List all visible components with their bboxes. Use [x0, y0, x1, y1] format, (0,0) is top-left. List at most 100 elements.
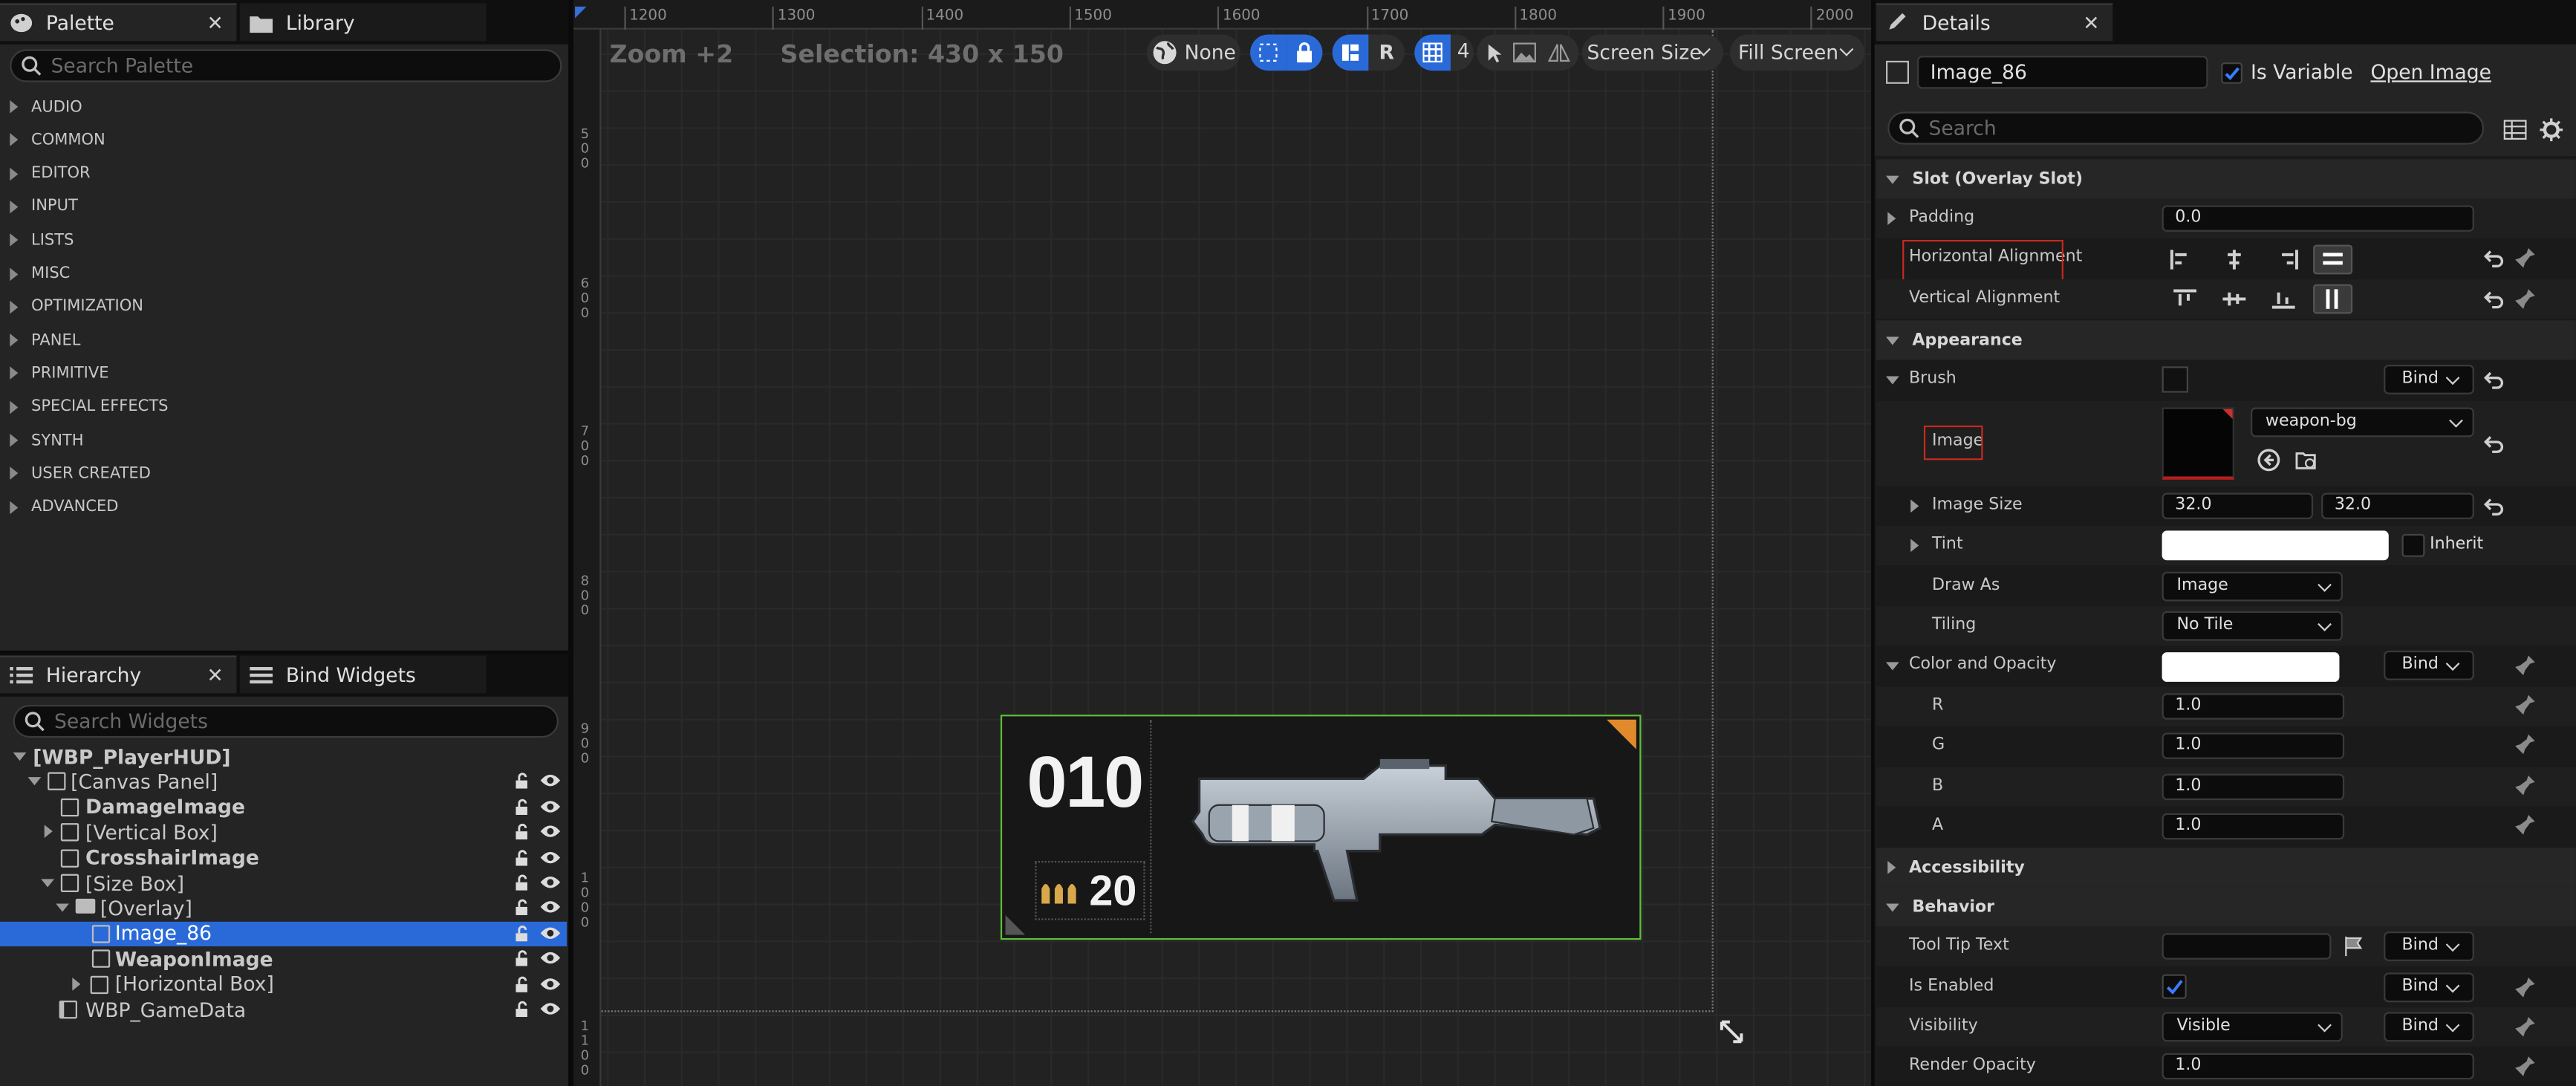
respect-locks-button[interactable] — [1250, 34, 1287, 71]
tab-hierarchy[interactable]: Hierarchy ✕ — [0, 655, 237, 694]
align-fill-h-button[interactable] — [2313, 244, 2353, 275]
visibility-eye-icon[interactable] — [540, 925, 561, 941]
visibility-dropdown[interactable]: Visible — [2162, 1012, 2343, 1042]
slot-section-header[interactable]: Slot (Overlay Slot) — [1876, 159, 2576, 199]
tab-bind-widgets[interactable]: Bind Widgets — [239, 655, 487, 694]
mirror-icon[interactable] — [1547, 43, 1570, 63]
chevron-right-icon[interactable] — [44, 825, 53, 839]
lock-icon[interactable] — [514, 975, 530, 992]
visibility-bind-button[interactable]: Bind — [2384, 1012, 2474, 1042]
appearance-section-header[interactable]: Appearance — [1876, 320, 2576, 360]
visibility-eye-icon[interactable] — [540, 975, 561, 992]
widget-name-field[interactable]: Image_86 — [1917, 56, 2208, 89]
align-right-button[interactable] — [2267, 245, 2306, 275]
palette-category-input[interactable]: INPUT — [0, 190, 567, 223]
hierarchy-item-overlay[interactable]: [Overlay] — [0, 896, 567, 920]
keyframe-pin-icon[interactable] — [2514, 693, 2537, 716]
hierarchy-item-wbp_playerhud[interactable]: [WBP_PlayerHUD] — [0, 744, 567, 769]
close-icon[interactable]: ✕ — [207, 664, 224, 687]
left-horizontal-splitter[interactable] — [0, 650, 569, 654]
is-enabled-checkbox[interactable] — [2162, 974, 2187, 999]
visibility-eye-icon[interactable] — [540, 798, 561, 814]
hierarchy-item-wbp_gamedata[interactable]: WBP_GameData — [0, 998, 567, 1022]
lock-icon[interactable] — [514, 773, 530, 790]
hierarchy-item-weaponimage[interactable]: WeaponImage — [0, 946, 567, 971]
palette-category-common[interactable]: COMMON — [0, 124, 567, 157]
palette-category-panel[interactable]: PANEL — [0, 324, 567, 357]
lock-icon[interactable] — [514, 824, 530, 840]
color-opacity-swatch[interactable] — [2162, 652, 2340, 682]
fill-screen-dropdown[interactable]: Fill Screen — [1729, 34, 1865, 71]
palette-category-synth[interactable]: SYNTH — [0, 424, 567, 457]
left-splitter[interactable] — [568, 0, 573, 1086]
render-transform-button[interactable]: R — [1368, 34, 1405, 71]
render-opacity-field[interactable]: 1.0 — [2162, 1053, 2474, 1080]
visibility-eye-icon[interactable] — [540, 773, 561, 789]
lock-toggle-button[interactable] — [1286, 34, 1323, 71]
tint-swatch[interactable] — [2162, 530, 2389, 561]
palette-search-input[interactable]: Search Palette — [10, 49, 562, 82]
hierarchy-item-canvas-panel[interactable]: [Canvas Panel] — [0, 770, 567, 794]
reset-arrow-icon[interactable] — [2484, 289, 2504, 309]
table-view-icon[interactable] — [2503, 120, 2527, 140]
chevron-right-icon[interactable] — [72, 977, 81, 990]
brush-bind-button[interactable]: Bind — [2384, 365, 2474, 394]
g-field[interactable]: 1.0 — [2162, 732, 2345, 759]
is-variable-checkbox[interactable] — [2221, 62, 2242, 84]
behavior-section-header[interactable]: Behavior — [1876, 887, 2576, 927]
tooltip-field[interactable] — [2162, 933, 2332, 960]
palette-category-primitive[interactable]: PRIMITIVE — [0, 357, 567, 390]
keyframe-pin-icon[interactable] — [2514, 1055, 2537, 1078]
chevron-down-icon[interactable] — [41, 879, 54, 888]
palette-category-optimization[interactable]: OPTIMIZATION — [0, 290, 567, 323]
hierarchy-item-crosshairimage[interactable]: CrosshairImage — [0, 845, 567, 870]
close-icon[interactable]: ✕ — [2083, 11, 2099, 34]
hierarchy-item-horizontal-box[interactable]: [Horizontal Box] — [0, 972, 567, 996]
image-icon[interactable] — [1512, 42, 1536, 63]
tiling-dropdown[interactable]: No Tile — [2162, 611, 2343, 641]
hierarchy-item-size-box[interactable]: [Size Box] — [0, 871, 567, 895]
use-selected-asset-icon[interactable] — [2257, 449, 2280, 472]
keyframe-pin-icon[interactable] — [2514, 654, 2537, 677]
palette-category-advanced[interactable]: ADVANCED — [0, 490, 567, 523]
image-size-y-field[interactable]: 32.0 — [2321, 492, 2474, 519]
visibility-eye-icon[interactable] — [540, 950, 561, 966]
keyframe-pin-icon[interactable] — [2514, 774, 2537, 797]
collapse-icon[interactable] — [1886, 376, 1899, 385]
tab-library[interactable]: Library — [239, 3, 487, 42]
align-center-h-button[interactable] — [2214, 245, 2254, 275]
visibility-eye-icon[interactable] — [540, 1001, 561, 1017]
visibility-eye-icon[interactable] — [540, 874, 561, 891]
padding-field[interactable]: 0.0 — [2162, 205, 2474, 232]
keyframe-pin-icon[interactable] — [2514, 813, 2537, 836]
inherit-checkbox[interactable] — [2401, 533, 2425, 557]
hierarchy-item-damageimage[interactable]: DamageImage — [0, 795, 567, 819]
accessibility-section-header[interactable]: Accessibility — [1876, 848, 2576, 888]
details-search-input[interactable]: Search — [1887, 111, 2485, 145]
grid-snap-button[interactable] — [1414, 34, 1451, 71]
lock-icon[interactable] — [514, 874, 530, 891]
cursor-icon[interactable] — [1483, 43, 1503, 63]
lock-icon[interactable] — [514, 900, 530, 916]
image-thumbnail[interactable] — [2162, 407, 2234, 480]
flag-icon[interactable] — [2343, 936, 2363, 957]
tab-details[interactable]: Details ✕ — [1876, 3, 2113, 42]
chevron-down-icon[interactable] — [56, 904, 69, 913]
grid-snap-value[interactable]: 4 — [1457, 39, 1470, 62]
reset-arrow-icon[interactable] — [2484, 434, 2504, 454]
keyframe-pin-icon[interactable] — [2514, 1015, 2537, 1038]
chevron-down-icon[interactable] — [13, 752, 27, 761]
is-enabled-bind-button[interactable]: Bind — [2384, 972, 2474, 1003]
b-field[interactable]: 1.0 — [2162, 773, 2345, 801]
collapse-icon[interactable] — [1886, 662, 1899, 671]
palette-category-audio[interactable]: AUDIO — [0, 91, 567, 123]
browse-asset-icon[interactable] — [2295, 449, 2318, 472]
localization-preview-button[interactable]: None — [1146, 34, 1240, 71]
resize-handle-icon[interactable] — [1718, 1018, 1744, 1044]
hierarchy-item-image_86[interactable]: Image_86 — [0, 921, 567, 946]
keyframe-pin-icon[interactable] — [2514, 247, 2537, 270]
expand-icon[interactable] — [1910, 499, 1919, 513]
open-image-link[interactable]: Open Image — [2370, 61, 2491, 84]
brush-swatch[interactable] — [2162, 366, 2188, 393]
lock-icon[interactable] — [514, 925, 530, 941]
